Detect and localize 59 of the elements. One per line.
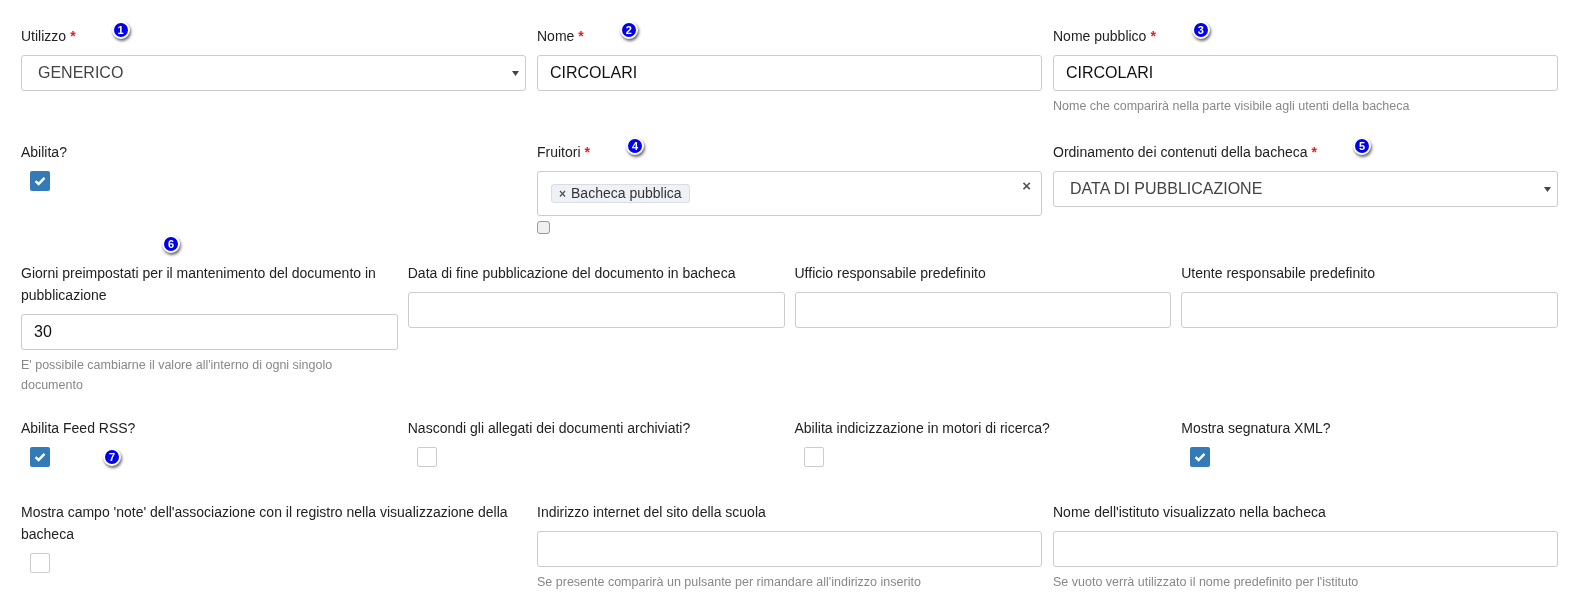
caret-icon — [512, 70, 519, 76]
field-label: Abilita? — [21, 143, 67, 162]
checkbox[interactable] — [416, 447, 437, 467]
tag-select-field[interactable]: × Bacheca pubblica × — [537, 171, 1042, 216]
field-label: Nascondi gli allegati dei documenti archiviati? — [407, 419, 691, 438]
input-field[interactable]: CIRCOLARI — [537, 55, 1042, 91]
field-label: Ufficio responsabile predefinito — [794, 264, 986, 283]
checkbox[interactable] — [30, 171, 50, 191]
help-text: E' possibile cambiarne il valore all'interno di ogni singolo documento — [21, 357, 334, 394]
input-field[interactable]: 30 — [21, 314, 398, 350]
required-asterisk: * — [584, 143, 590, 162]
field-label: Nome — [537, 27, 575, 46]
checkbox[interactable] — [30, 553, 50, 573]
step-number-badge: 2 — [619, 21, 638, 39]
caret-icon — [1544, 186, 1551, 192]
input-field[interactable] — [794, 292, 1172, 328]
step-number-badge: 6 — [162, 235, 180, 253]
step-number-badge: 1 — [111, 21, 130, 39]
step-number-badge: 7 — [103, 448, 121, 466]
required-asterisk: * — [1311, 143, 1317, 162]
help-text: Nome che comparirà nella parte visibile agli utenti della bacheca — [1053, 98, 1411, 115]
field-label: Abilita indicizzazione in motori di ricerca? — [794, 419, 1050, 438]
field-label: Ordinamento dei contenuti della bacheca — [1053, 143, 1308, 162]
input-field[interactable] — [1181, 292, 1558, 328]
step-number-badge: 4 — [626, 137, 644, 155]
checkbox[interactable] — [537, 221, 550, 234]
clear-button[interactable]: × — [1022, 175, 1031, 198]
field-label: Data di fine pubblicazione del documento in bacheca — [407, 264, 736, 283]
check-icon — [34, 176, 46, 186]
field-label: Abilita Feed RSS? — [21, 419, 136, 438]
check-icon — [1194, 452, 1207, 462]
field-label: Nome pubblico — [1053, 27, 1147, 46]
field-label: Giorni preimpostati per il mantenimento del documento in pubblicazione — [21, 264, 377, 305]
checkbox[interactable] — [30, 447, 50, 467]
step-number-badge: 3 — [1191, 21, 1210, 39]
checkbox[interactable] — [803, 447, 824, 467]
field-label: Nome dell'istituto visualizzato nella bacheca — [1053, 503, 1326, 522]
required-asterisk: * — [70, 27, 76, 46]
dropdown-field[interactable]: GENERICO — [21, 55, 526, 91]
tag-label: Bacheca pubblica — [571, 184, 682, 203]
dropdown-field[interactable]: DATA DI PUBBLICAZIONE — [1053, 171, 1558, 207]
required-asterisk: * — [578, 27, 584, 46]
help-text: Se vuoto verrà utilizzato il nome predefinito per l'istituto — [1053, 574, 1360, 591]
help-text: Se presente comparirà un pulsante per rimandare all'indirizzo inserito — [537, 574, 922, 591]
input-field[interactable]: CIRCOLARI — [1053, 55, 1558, 91]
remove-tag-button[interactable]: × — [559, 184, 566, 203]
step-number-badge: 5 — [1352, 137, 1371, 155]
input-field[interactable] — [537, 531, 1042, 567]
field-label: Indirizzo internet del sito della scuola — [537, 503, 766, 522]
required-asterisk: * — [1150, 27, 1156, 46]
field-label: Mostra segnatura XML? — [1181, 419, 1331, 438]
input-field[interactable] — [407, 292, 785, 328]
field-label: Utente responsabile predefinito — [1181, 264, 1376, 283]
checkbox[interactable] — [1190, 447, 1211, 467]
field-label: Fruitori — [537, 143, 581, 162]
field-label: Mostra campo 'note' dell'associazione con il registro nella visualizzazione della bacheca — [21, 503, 509, 544]
check-icon — [34, 452, 46, 462]
field-label: Utilizzo — [21, 27, 67, 46]
input-field[interactable] — [1053, 531, 1558, 567]
